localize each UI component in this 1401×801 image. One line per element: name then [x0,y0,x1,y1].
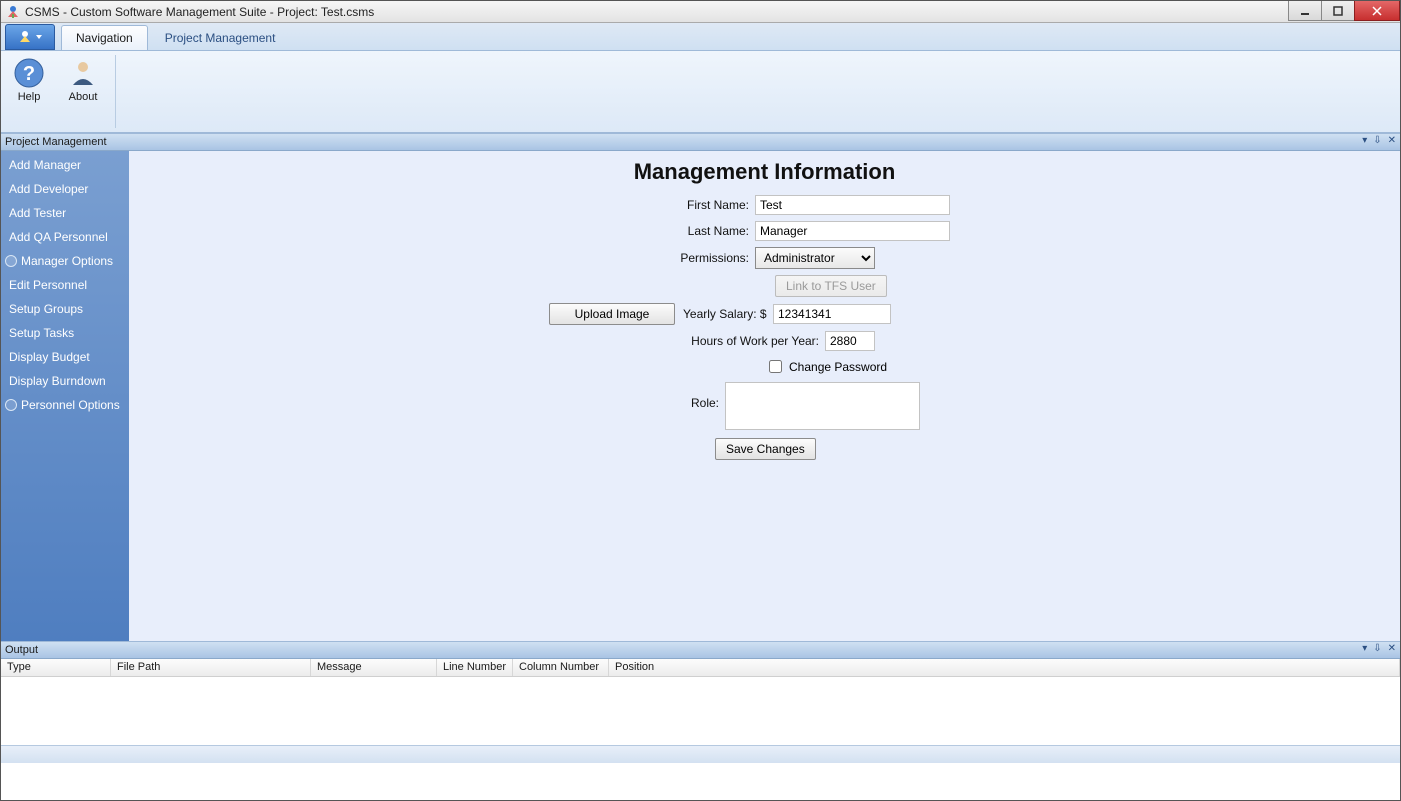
permissions-label: Permissions: [549,251,749,265]
panel-pin-icon[interactable]: ⇩ [1373,643,1381,654]
last-name-field[interactable] [755,221,950,241]
ribbon-body: ? Help About [1,51,1400,133]
panel-header-project-management: Project Management ▾ ⇩ ✕ [1,133,1400,151]
sidebar-item-edit-personnel[interactable]: Edit Personnel [1,273,129,297]
first-name-label: First Name: [549,198,749,212]
titlebar: CSMS - Custom Software Management Suite … [1,1,1400,23]
sidebar-item-personnel-options[interactable]: Personnel Options [1,393,129,417]
panel-pin-icon[interactable]: ⇩ [1373,135,1381,146]
help-button[interactable]: ? Help [9,55,49,128]
panel-close-icon[interactable]: ✕ [1388,643,1396,654]
maximize-icon [1333,6,1343,16]
tab-navigation[interactable]: Navigation [61,25,148,50]
app-menu-button[interactable] [5,24,55,50]
radio-icon [5,399,17,411]
about-label: About [69,91,98,103]
yearly-salary-label: Yearly Salary: $ [683,307,767,321]
ribbon-tabs: Navigation Project Management [1,23,1400,51]
hours-per-year-field[interactable] [825,331,875,351]
radio-icon [5,255,17,267]
output-col-column-number[interactable]: Column Number [513,659,609,676]
panel-title: Project Management [5,136,107,148]
output-col-line-number[interactable]: Line Number [437,659,513,676]
panel-close-icon[interactable]: ✕ [1388,135,1396,146]
sidebar-item-display-budget[interactable]: Display Budget [1,345,129,369]
sidebar-item-manager-options[interactable]: Manager Options [1,249,129,273]
minimize-icon [1300,6,1310,16]
sidebar-item-label: Manager Options [21,254,113,268]
tab-project-management[interactable]: Project Management [150,25,291,50]
upload-image-button[interactable]: Upload Image [549,303,675,325]
sidebar-item-add-manager[interactable]: Add Manager [1,153,129,177]
sidebar-item-label: Personnel Options [21,398,120,412]
maximize-button[interactable] [1321,1,1355,21]
management-form: First Name: Last Name: Permissions: Admi… [549,195,1109,466]
output-col-position[interactable]: Position [609,659,1400,676]
hours-per-year-label: Hours of Work per Year: [549,334,819,348]
help-label: Help [18,91,41,103]
change-password-label: Change Password [789,360,887,374]
minimize-button[interactable] [1288,1,1322,21]
content-area: Management Information First Name: Last … [129,151,1400,641]
sidebar-item-add-developer[interactable]: Add Developer [1,177,129,201]
role-field[interactable] [725,382,920,430]
output-col-type[interactable]: Type [1,659,111,676]
window-title: CSMS - Custom Software Management Suite … [25,5,374,19]
about-button[interactable]: About [63,55,103,128]
close-icon [1372,6,1382,16]
panel-dropdown-icon[interactable]: ▾ [1362,135,1367,146]
svg-text:?: ? [23,63,35,85]
close-button[interactable] [1354,1,1400,21]
output-title: Output [5,644,38,656]
about-icon [67,57,99,89]
app-icon [5,4,21,20]
output-col-message[interactable]: Message [311,659,437,676]
panel-header-output: Output ▾ ⇩ ✕ [1,641,1400,659]
save-changes-button[interactable]: Save Changes [715,438,816,460]
sidebar-item-setup-groups[interactable]: Setup Groups [1,297,129,321]
change-password-checkbox[interactable] [769,360,782,373]
sidebar-item-add-tester[interactable]: Add Tester [1,201,129,225]
output-body [1,677,1400,745]
sidebar-item-add-qa-personnel[interactable]: Add QA Personnel [1,225,129,249]
sidebar: Add Manager Add Developer Add Tester Add… [1,151,129,641]
statusbar [1,745,1400,763]
help-icon: ? [13,57,45,89]
page-title: Management Information [129,159,1400,185]
workspace: Add Manager Add Developer Add Tester Add… [1,151,1400,641]
dropdown-icon [35,33,43,41]
app-menu-icon [17,29,33,45]
yearly-salary-field[interactable] [773,304,891,324]
output-col-file-path[interactable]: File Path [111,659,311,676]
role-label: Role: [549,382,719,410]
last-name-label: Last Name: [549,224,749,238]
permissions-select[interactable]: Administrator [755,247,875,269]
sidebar-item-setup-tasks[interactable]: Setup Tasks [1,321,129,345]
first-name-field[interactable] [755,195,950,215]
panel-dropdown-icon[interactable]: ▾ [1362,643,1367,654]
sidebar-item-display-burndown[interactable]: Display Burndown [1,369,129,393]
link-tfs-button[interactable]: Link to TFS User [775,275,887,297]
output-table-header: Type File Path Message Line Number Colum… [1,659,1400,677]
